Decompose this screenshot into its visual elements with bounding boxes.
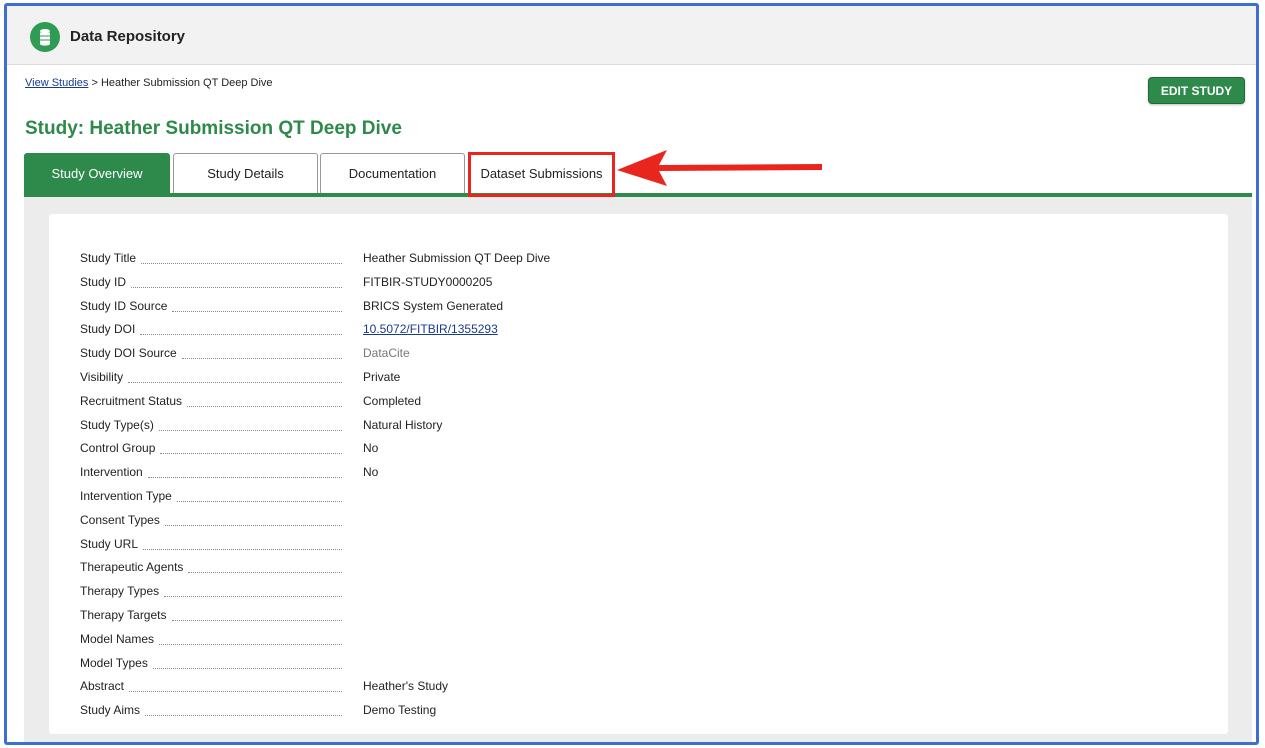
field-label: Therapy Targets	[80, 608, 167, 622]
app-window: Data Repository View Studies > Heather S…	[4, 3, 1259, 745]
field-leader-dots	[177, 501, 342, 502]
field-label: Control Group	[80, 441, 156, 456]
field-leader-dots	[159, 429, 342, 431]
field-label: Intervention Type	[80, 489, 172, 503]
field-value: No	[363, 465, 379, 480]
database-logo-icon[interactable]	[30, 22, 60, 52]
field-value: Private	[363, 370, 401, 384]
page-title: Study: Heather Submission QT Deep Dive	[25, 118, 402, 139]
field-label: Study Title	[80, 251, 137, 265]
field-leader-dots	[182, 358, 342, 360]
annotation-arrow-icon	[617, 150, 822, 186]
tab-study-overview[interactable]: Study Overview	[24, 153, 170, 193]
field-label: Model Types	[80, 655, 148, 670]
field-leader-dots	[159, 643, 342, 645]
edit-study-button[interactable]: EDIT STUDY	[1148, 77, 1245, 104]
field-value: Heather's Study	[363, 679, 449, 694]
field-leader-dots	[131, 286, 342, 288]
field-value: FITBIR-STUDY0000205	[363, 274, 493, 289]
field-value: Demo Testing	[363, 703, 437, 718]
study-doi-link[interactable]: 10.5072/FITBIR/1355293	[363, 322, 498, 336]
field-leader-dots	[188, 572, 342, 574]
field-leader-dots	[187, 405, 342, 407]
field-leader-dots	[172, 620, 342, 621]
breadcrumb-view-studies-link[interactable]: View Studies	[25, 77, 88, 89]
field-leader-dots	[148, 477, 342, 479]
field-label: Study DOI	[80, 322, 136, 337]
field-leader-dots	[172, 310, 342, 312]
field-leader-dots	[164, 596, 342, 598]
field-value: DataCite	[363, 346, 410, 361]
study-overview-panel: Study Title Heather Submission QT Deep Di…	[49, 214, 1228, 734]
field-leader-dots	[140, 334, 342, 336]
field-value: BRICS System Generated	[363, 298, 504, 313]
field-value: Natural History	[363, 417, 443, 432]
tab-label: Study Details	[207, 166, 284, 181]
field-label: Abstract	[80, 679, 125, 694]
field-leader-dots	[145, 715, 342, 717]
field-value: Heather Submission QT Deep Dive	[363, 251, 551, 265]
breadcrumb-separator: >	[91, 77, 98, 89]
field-leader-dots	[128, 382, 342, 383]
field-value: Completed	[363, 393, 422, 408]
tab-label: Documentation	[348, 166, 437, 181]
field-label: Study Type(s)	[80, 417, 154, 432]
app-title: Data Repository	[70, 28, 186, 45]
field-label: Therapy Types	[80, 584, 160, 599]
field-leader-dots	[129, 691, 342, 693]
field-value: No	[363, 441, 379, 456]
breadcrumb: View Studies > Heather Submission QT Dee…	[25, 77, 273, 89]
field-label: Study ID	[80, 274, 127, 289]
field-label: Study URL	[80, 536, 139, 551]
tab-study-details[interactable]: Study Details	[173, 153, 318, 193]
field-leader-dots	[153, 667, 342, 669]
field-leader-dots	[165, 524, 342, 526]
annotation-highlight-box	[468, 152, 615, 197]
breadcrumb-current: Heather Submission QT Deep Dive	[100, 77, 273, 89]
field-leader-dots	[160, 453, 342, 455]
field-label: Study Aims	[80, 703, 141, 718]
field-label: Study ID Source	[80, 298, 168, 313]
top-bar: Data Repository	[7, 6, 1256, 65]
field-label: Consent Types	[80, 512, 160, 527]
tab-documentation[interactable]: Documentation	[320, 153, 465, 193]
tab-label: Study Overview	[51, 166, 143, 181]
field-label: Model Names	[80, 631, 155, 646]
field-label: Intervention	[80, 465, 143, 480]
field-leader-dots	[143, 548, 342, 550]
field-label: Study DOI Source	[80, 346, 177, 361]
field-label: Recruitment Status	[80, 393, 183, 408]
field-label: Therapeutic Agents	[80, 560, 184, 575]
field-label: Visibility	[80, 370, 124, 384]
field-leader-dots	[141, 263, 342, 264]
